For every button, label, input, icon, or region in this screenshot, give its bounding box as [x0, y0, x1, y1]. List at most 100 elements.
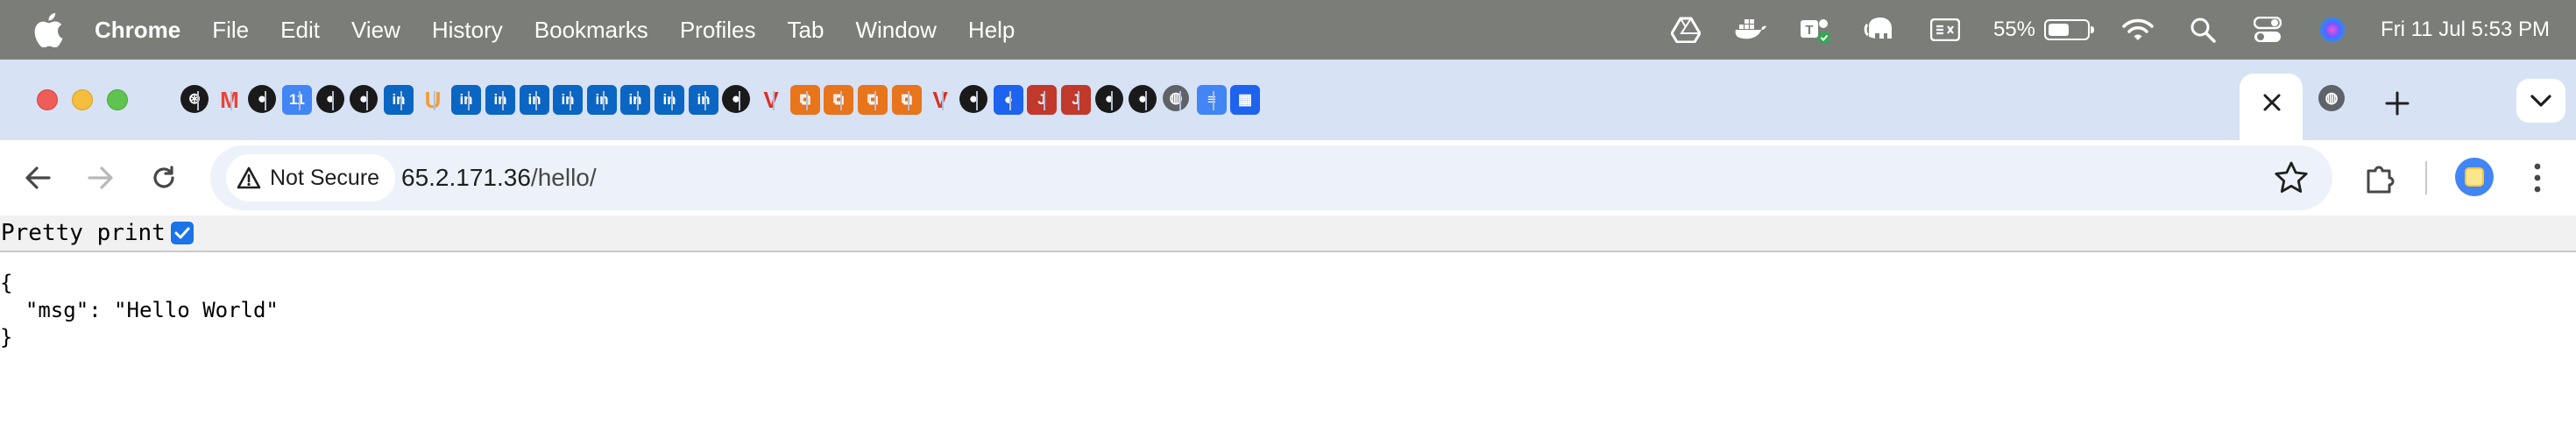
- linkedin-icon[interactable]: in: [520, 85, 549, 115]
- tab-separator: [1078, 91, 1079, 110]
- not-secure-label: Not Secure: [270, 165, 380, 190]
- aws-console-icon[interactable]: ⧉: [858, 85, 888, 115]
- profile-avatar-icon[interactable]: [2455, 158, 2494, 196]
- kebab-menu-icon[interactable]: [2520, 158, 2555, 198]
- tab-separator: [1179, 91, 1181, 110]
- github-icon[interactable]: ●: [959, 85, 987, 113]
- tab-separator: [1111, 91, 1113, 110]
- app-menu: Chrome File Edit View History Bookmarks …: [95, 0, 1046, 60]
- linkedin-icon[interactable]: in: [553, 85, 583, 115]
- linkedin-icon[interactable]: in: [655, 85, 684, 115]
- reload-icon: [153, 166, 174, 188]
- menu-history[interactable]: History: [432, 17, 503, 44]
- puzzle-piece-icon[interactable]: [2360, 158, 2401, 198]
- window-close-button[interactable]: [37, 89, 58, 110]
- tab-separator: [874, 91, 876, 110]
- pretty-print-bar: Pretty print: [0, 216, 2576, 252]
- siri-icon[interactable]: [2316, 13, 2349, 46]
- battery-icon[interactable]: [2044, 19, 2095, 40]
- tab-separator: [806, 91, 808, 110]
- menu-edit[interactable]: Edit: [280, 17, 320, 44]
- pretty-print-checkbox[interactable]: [170, 222, 194, 244]
- linkedin-icon[interactable]: in: [485, 85, 515, 115]
- macos-menu-bar: Chrome File Edit View History Bookmarks …: [0, 0, 2576, 60]
- back-button[interactable]: [18, 158, 58, 198]
- control-center-icon[interactable]: [2251, 13, 2284, 46]
- linkedin-icon[interactable]: in: [587, 85, 617, 115]
- menubar-clock[interactable]: Fri 11 Jul 5:53 PM: [2381, 18, 2550, 42]
- vultr-icon[interactable]: V: [925, 85, 955, 115]
- menu-window[interactable]: Window: [855, 17, 936, 44]
- json-response-body: { "msg": "Hello World" }: [0, 271, 279, 350]
- jenkins-icon[interactable]: J: [1027, 85, 1057, 115]
- forward-button[interactable]: [81, 158, 121, 198]
- site-security-chip[interactable]: Not Secure: [226, 154, 396, 201]
- tab-search-button[interactable]: [2516, 79, 2565, 123]
- tab-separator: [908, 91, 909, 110]
- linkedin-icon[interactable]: in: [689, 85, 718, 115]
- linkedin-icon[interactable]: in: [620, 85, 650, 115]
- tab-separator: [704, 91, 706, 110]
- tab-separator: [535, 91, 537, 110]
- aws-console-icon[interactable]: ⧉: [892, 85, 922, 115]
- menu-help[interactable]: Help: [968, 17, 1015, 44]
- toolbar-divider: [2425, 161, 2427, 194]
- spotlight-search-icon[interactable]: [2186, 13, 2219, 46]
- aws-console-icon[interactable]: ⧉: [790, 85, 820, 115]
- tab-separator: [570, 91, 571, 110]
- gmail-icon[interactable]: M: [215, 85, 244, 115]
- linkedin-icon[interactable]: in: [384, 85, 414, 115]
- window-zoom-button[interactable]: [107, 89, 128, 110]
- url-path: /hello/: [530, 164, 597, 191]
- reload-button[interactable]: [144, 158, 184, 198]
- github-icon[interactable]: ●: [248, 85, 276, 113]
- docker-icon[interactable]: [1734, 13, 1767, 46]
- status-area: T 55% Fri 11 Jul 5:53 PM: [1638, 0, 2550, 60]
- tab-separator: [671, 91, 673, 110]
- teams-icon[interactable]: T: [1799, 13, 1832, 46]
- svg-text:T: T: [1805, 23, 1813, 38]
- menu-file[interactable]: File: [212, 17, 249, 44]
- google-docs-icon[interactable]: ≡: [1197, 85, 1227, 115]
- tab-separator: [1145, 91, 1147, 110]
- menu-bookmarks[interactable]: Bookmarks: [534, 17, 648, 44]
- globe-icon[interactable]: ◍: [2318, 85, 2345, 111]
- github-icon[interactable]: ●: [722, 85, 750, 113]
- unsplash-icon[interactable]: U: [418, 85, 448, 115]
- menu-view[interactable]: View: [351, 17, 400, 44]
- tab-separator: [976, 91, 978, 110]
- url-text[interactable]: 65.2.171.36/hello/: [401, 145, 597, 210]
- github-icon[interactable]: ●: [1095, 85, 1123, 113]
- wifi-icon[interactable]: [2121, 13, 2155, 46]
- input-source-icon[interactable]: [1928, 13, 1962, 46]
- elephant-icon[interactable]: [1864, 13, 1897, 46]
- window-minimize-button[interactable]: [72, 89, 93, 110]
- aws-console-icon[interactable]: ⧉: [824, 85, 853, 115]
- vercel-icon[interactable]: V: [756, 85, 786, 115]
- google-drive-icon[interactable]: [1669, 13, 1702, 46]
- plus-icon[interactable]: [2378, 84, 2417, 123]
- tab-separator: [840, 91, 842, 110]
- linkedin-icon[interactable]: in: [451, 85, 481, 115]
- tab-separator: [230, 91, 232, 110]
- github-icon[interactable]: ●: [350, 85, 378, 113]
- github-icon[interactable]: ●: [316, 85, 344, 113]
- globe-icon[interactable]: ◍: [1163, 85, 1189, 111]
- menu-tab[interactable]: Tab: [788, 17, 824, 44]
- active-tab[interactable]: [2240, 74, 2303, 140]
- docker-hub-icon[interactable]: ●: [994, 85, 1023, 115]
- github-icon[interactable]: ●: [1129, 85, 1157, 113]
- google-calendar-icon[interactable]: 11: [282, 85, 312, 115]
- menu-app-name[interactable]: Chrome: [95, 17, 180, 44]
- address-bar[interactable]: Not Secure 65.2.171.36/hello/: [210, 145, 2332, 210]
- apple-logo-icon[interactable]: [33, 12, 63, 47]
- chevron-down-icon: [2530, 95, 2551, 107]
- close-icon[interactable]: [2259, 89, 2285, 116]
- profile-avatar-image: [2465, 167, 2484, 187]
- url-host: 65.2.171.36: [401, 164, 531, 191]
- openai-icon[interactable]: ⊛: [180, 85, 209, 113]
- docker-icon[interactable]: ▦: [1230, 85, 1260, 115]
- star-icon[interactable]: [2271, 158, 2311, 198]
- jenkins-icon[interactable]: J: [1061, 85, 1091, 115]
- menu-profiles[interactable]: Profiles: [680, 17, 756, 44]
